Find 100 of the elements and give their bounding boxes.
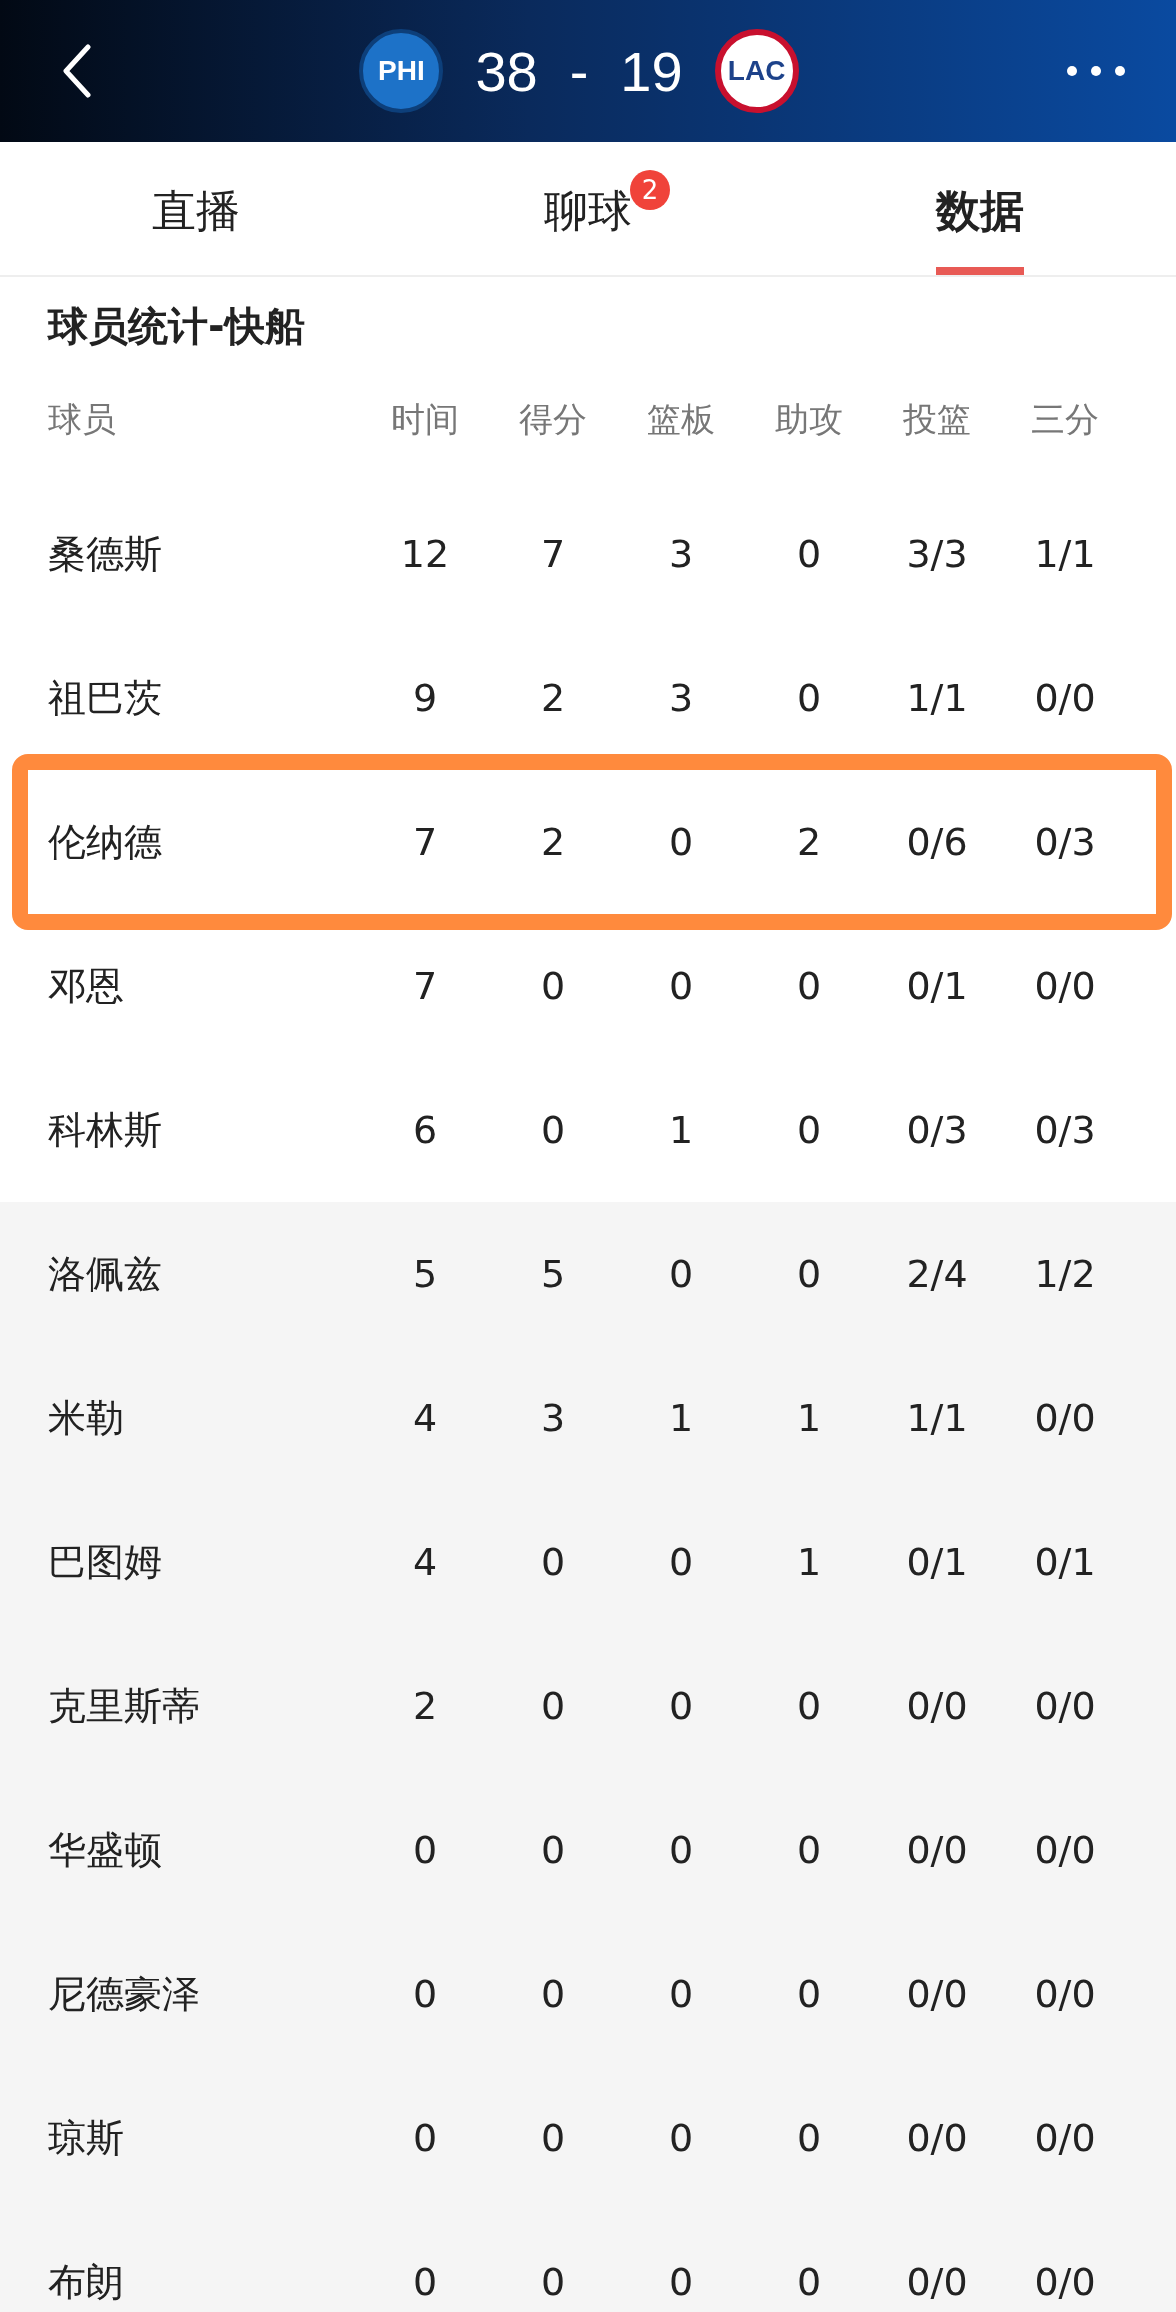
stat-cell-text: 0 [539,1828,567,1872]
stat-cell-text: 0 [411,2260,439,2304]
stat-cell-text: 0/0 [1033,1828,1097,1872]
stat-cell-text: 1 [667,1396,695,1440]
player-name: 琼斯 [47,2114,125,2162]
stat-cell-text: 12 [399,532,451,576]
stat-cell-text: 0 [667,1684,695,1728]
player-name: 邓恩 [47,962,125,1010]
stat-cell-text: 0 [667,1252,695,1296]
stat-cell-text: 0 [795,2116,823,2160]
stat-cell-text: 2 [795,820,823,864]
stat-cell-text: 0 [411,1972,439,2016]
stat-cell-text: 1/1 [1033,532,1097,576]
stat-cell-text: 0 [667,2260,695,2304]
stat-cell-text: 9 [411,676,439,720]
stat-cell-text: 5 [411,1252,439,1296]
stat-cell-text: 0 [539,1540,567,1584]
tab[interactable]: 聊球 [544,152,632,275]
stat-cell-text: 3 [539,1396,567,1440]
stat-cell-text: 0/0 [905,1972,969,2016]
stat-cell-text: 1 [795,1540,823,1584]
stat-cell-text: 7 [411,964,439,1008]
stat-cell-text: 0/0 [1033,676,1097,720]
stat-cell-text: 3 [667,532,695,576]
player-name: 尼德豪泽 [47,1970,201,2018]
stat-cell-text: 0 [411,2116,439,2160]
column-header: 得分 [518,398,588,441]
stat-cell-text: 0/0 [905,2116,969,2160]
stat-cell-text: 3/3 [905,532,969,576]
stat-cell-text: 0 [795,532,823,576]
player-name: 祖巴茨 [47,674,163,722]
stat-cell-text: 7 [411,820,439,864]
player-name: 伦纳德 [47,818,163,866]
stat-cell-text: 0 [411,1828,439,1872]
stat-cell-text: 0 [667,1972,695,2016]
score-separator: - [569,38,589,104]
stat-cell-text: 0/3 [1033,1108,1097,1152]
stat-cell-text: 2/4 [905,1252,969,1296]
stat-cell-text: 1/1 [905,676,969,720]
stat-cell-text: 0/3 [905,1108,969,1152]
stat-cell-text: 1/2 [1033,1252,1097,1296]
stat-cell-text: 0 [667,964,695,1008]
stat-cell-text: 0/0 [1033,2260,1097,2304]
team-logo: PHI [359,29,444,113]
stat-cell-text: 0/6 [905,820,969,864]
stat-cell-text: 0 [795,2260,823,2304]
column-header: 篮板 [646,398,716,441]
player-name: 克里斯蒂 [47,1682,201,1730]
player-name: 巴图姆 [47,1538,163,1586]
stat-cell-text: 0/1 [905,1540,969,1584]
home-score: 38 [475,38,538,104]
team-logo: LAC [714,29,799,113]
stat-cell-text: 2 [411,1684,439,1728]
column-header: 时间 [390,398,460,441]
stat-cell-text: 1/1 [905,1396,969,1440]
player-name: 洛佩兹 [47,1250,163,1298]
tab[interactable]: 数据 [936,152,1024,275]
stat-cell-text: 4 [411,1396,439,1440]
column-header: 球员 [47,398,117,441]
stat-cell-text: 7 [539,532,567,576]
back-icon[interactable] [62,44,92,98]
stat-cell-text: 0/1 [1033,1540,1097,1584]
column-header: 助攻 [774,398,844,441]
stat-cell-text: 0 [667,1828,695,1872]
stat-cell-text: 5 [539,1252,567,1296]
stat-cell-text: 0/0 [905,1828,969,1872]
notification-badge: 2 [630,170,670,210]
stat-cell-text: 0/3 [1033,820,1097,864]
stat-cell-text: 6 [411,1108,439,1152]
player-name: 桑德斯 [47,530,163,578]
stat-cell-text: 2 [539,676,567,720]
player-name: 科林斯 [47,1106,163,1154]
stat-cell-text: 0 [795,676,823,720]
stat-cell-text: 0 [539,2116,567,2160]
stat-cell-text: 0 [667,820,695,864]
stat-cell-text: 0 [795,1828,823,1872]
stat-cell-text: 0 [667,2116,695,2160]
stat-cell-text: 0 [539,964,567,1008]
player-name: 华盛顿 [47,1826,163,1874]
stat-cell-text: 0 [539,2260,567,2304]
away-score: 19 [620,38,683,104]
stat-cell-text: 0 [667,1540,695,1584]
stat-cell-text: 0 [539,1972,567,2016]
stat-cell-text: 0 [795,1684,823,1728]
stat-cell-text: 4 [411,1540,439,1584]
stat-cell-text: 0/0 [1033,1396,1097,1440]
section-title: 球员统计-快船 [46,302,306,351]
tab[interactable]: 直播 [152,152,240,275]
stat-cell-text: 2 [539,820,567,864]
stat-cell-text: 0 [795,1252,823,1296]
stat-cell-text: 3 [667,676,695,720]
stat-cell-text: 0 [795,1108,823,1152]
more-icon[interactable] [1066,65,1126,77]
stat-cell-text: 0/1 [905,964,969,1008]
stat-cell-text: 0 [539,1684,567,1728]
stat-cell-text: 0 [795,964,823,1008]
stat-cell-text: 1 [667,1108,695,1152]
stat-cell-text: 1 [795,1396,823,1440]
stat-cell-text: 0 [795,1972,823,2016]
column-header: 三分 [1030,398,1100,441]
